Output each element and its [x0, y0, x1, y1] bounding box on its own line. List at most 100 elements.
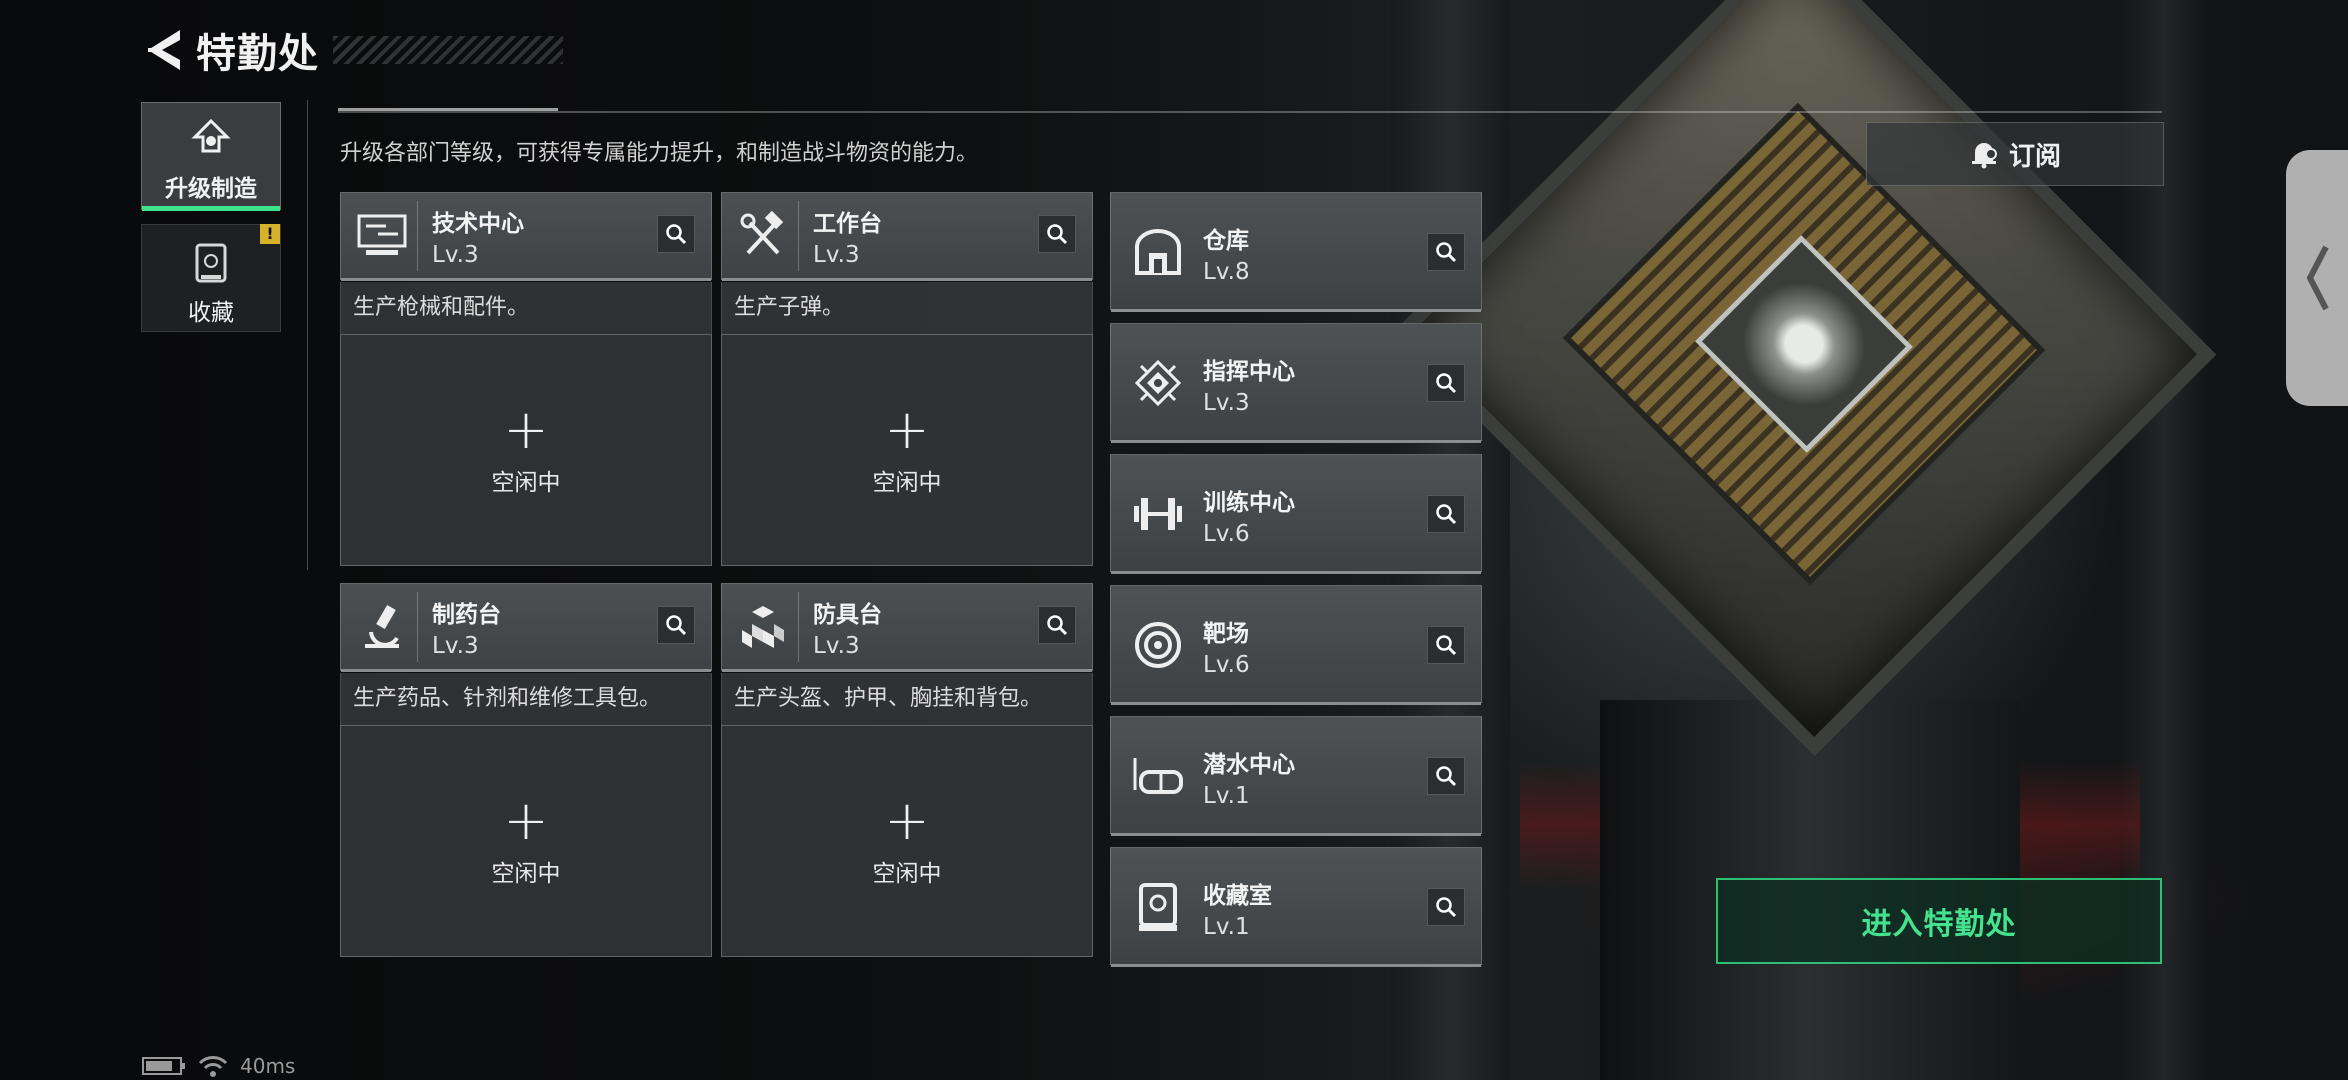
subscribe-button[interactable]: 订阅 — [1866, 122, 2164, 186]
station-level: Lv.1 — [1203, 914, 1250, 940]
tab-label: 升级制造 — [165, 176, 257, 202]
central-cube-art — [1391, 0, 2217, 757]
production-slot[interactable]: + 空闲中 — [340, 725, 712, 957]
station-name: 收藏室 — [1203, 883, 1272, 909]
search-button[interactable] — [1427, 626, 1465, 664]
workstation-pharmacy: 制药台 Lv.3 生产药品、针剂和维修工具包。 + 空闲中 — [340, 583, 712, 957]
station-icon-box — [1123, 217, 1193, 287]
production-slot[interactable]: + 空闲中 — [340, 334, 712, 566]
microscope-icon — [365, 604, 399, 648]
search-icon — [1436, 635, 1457, 656]
search-button[interactable] — [657, 215, 695, 253]
search-icon — [1436, 897, 1457, 918]
upgrade-icon — [191, 118, 231, 153]
station-text: 收藏室 Lv.1 — [1203, 876, 1272, 940]
station-name: 潜水中心 — [1203, 752, 1295, 778]
station-description: 生产药品、针剂和维修工具包。 — [340, 673, 712, 725]
station-header[interactable]: 技术中心 Lv.3 — [340, 192, 712, 281]
facility-diving-center[interactable]: 潜水中心 Lv.1 — [1110, 716, 1482, 836]
station-icon-box — [1123, 610, 1193, 680]
station-name: 技术中心 — [432, 211, 524, 237]
station-level: Lv.3 — [432, 633, 479, 659]
facility-command-center[interactable]: 指挥中心 Lv.3 — [1110, 323, 1482, 443]
workstation-workbench: 工作台 Lv.3 生产子弹。 + 空闲中 — [721, 192, 1093, 566]
search-button[interactable] — [1427, 495, 1465, 533]
station-icon-box — [347, 201, 418, 271]
station-icon-box — [1123, 741, 1193, 811]
station-name: 指挥中心 — [1203, 359, 1295, 385]
search-icon — [666, 224, 687, 245]
warehouse-icon — [1135, 229, 1181, 275]
station-level: Lv.3 — [813, 633, 860, 659]
production-slot[interactable]: + 空闲中 — [721, 725, 1093, 957]
page-title: 特勤处 — [196, 31, 319, 77]
tab-collection[interactable]: 收藏 ! — [141, 224, 281, 332]
facility-training-center[interactable]: 训练中心 Lv.6 — [1110, 454, 1482, 574]
station-icon-box — [1123, 348, 1193, 418]
bell-icon — [1971, 143, 1997, 169]
station-name: 制药台 — [432, 602, 501, 628]
enter-special-ops-button[interactable]: 进入特勤处 — [1716, 878, 2162, 964]
alert-badge: ! — [260, 224, 280, 244]
station-description: 生产子弹。 — [721, 282, 1093, 334]
search-icon — [1436, 242, 1457, 263]
facility-collection-room[interactable]: 收藏室 Lv.1 — [1110, 847, 1482, 967]
station-header[interactable]: 工作台 Lv.3 — [721, 192, 1093, 281]
station-icon-box — [1123, 872, 1193, 942]
slot-status: 空闲中 — [491, 470, 561, 496]
station-header[interactable]: 防具台 Lv.3 — [721, 583, 1093, 672]
enter-button-label: 进入特勤处 — [1861, 907, 2017, 942]
search-button[interactable] — [1038, 606, 1076, 644]
collection-icon — [195, 243, 227, 283]
station-text: 仓库 Lv.8 — [1203, 221, 1250, 285]
station-icon-box — [728, 201, 799, 271]
back-button[interactable] — [140, 22, 188, 78]
station-text: 潜水中心 Lv.1 — [1203, 745, 1295, 809]
facility-warehouse[interactable]: 仓库 Lv.8 — [1110, 192, 1482, 312]
status-bar: 40ms — [142, 1054, 295, 1078]
station-level: Lv.8 — [1203, 259, 1250, 285]
side-panel-handle[interactable] — [2286, 150, 2348, 406]
search-button[interactable] — [1038, 215, 1076, 253]
header: 特勤处 — [140, 20, 563, 80]
production-slot[interactable]: + 空闲中 — [721, 334, 1093, 566]
station-header[interactable]: 制药台 Lv.3 — [340, 583, 712, 672]
description-text: 升级各部门等级，可获得专属能力提升，和制造战斗物资的能力。 — [340, 141, 979, 166]
armor-boxes-icon — [742, 606, 784, 648]
search-icon — [1436, 373, 1457, 394]
tab-label: 收藏 — [188, 300, 234, 326]
station-text: 技术中心 Lv.3 — [432, 204, 524, 268]
search-button[interactable] — [1427, 888, 1465, 926]
add-icon: + — [884, 398, 930, 461]
station-name: 训练中心 — [1203, 490, 1295, 516]
search-button[interactable] — [1427, 364, 1465, 402]
search-icon — [1436, 766, 1457, 787]
display-case-icon — [1139, 883, 1177, 931]
add-icon: + — [503, 398, 549, 461]
search-button[interactable] — [657, 606, 695, 644]
facility-shooting-range[interactable]: 靶场 Lv.6 — [1110, 585, 1482, 705]
station-description: 生产头盔、护甲、胸挂和背包。 — [721, 673, 1093, 725]
station-text: 靶场 Lv.6 — [1203, 614, 1250, 678]
monitor-icon — [357, 214, 407, 255]
search-icon — [1047, 224, 1068, 245]
search-icon — [1436, 504, 1457, 525]
station-name: 工作台 — [813, 211, 882, 237]
station-level: Lv.1 — [1203, 783, 1250, 809]
slot-status: 空闲中 — [491, 861, 561, 887]
station-level: Lv.3 — [1203, 390, 1250, 416]
station-description: 生产枪械和配件。 — [340, 282, 712, 334]
tab-upgrade[interactable]: 升级制造 — [141, 102, 281, 211]
station-level: Lv.6 — [1203, 521, 1250, 547]
subscribe-label: 订阅 — [2008, 141, 2061, 172]
diving-mask-icon — [1133, 758, 1183, 794]
workstation-armor: 防具台 Lv.3 生产头盔、护甲、胸挂和背包。 + 空闲中 — [721, 583, 1093, 957]
search-button[interactable] — [1427, 233, 1465, 271]
search-button[interactable] — [1427, 757, 1465, 795]
cube-core — [1695, 235, 1913, 453]
add-icon: + — [503, 789, 549, 852]
station-name: 仓库 — [1203, 228, 1249, 254]
back-arrow-icon — [148, 30, 180, 70]
station-level: Lv.3 — [813, 242, 860, 268]
divider — [338, 108, 2162, 113]
